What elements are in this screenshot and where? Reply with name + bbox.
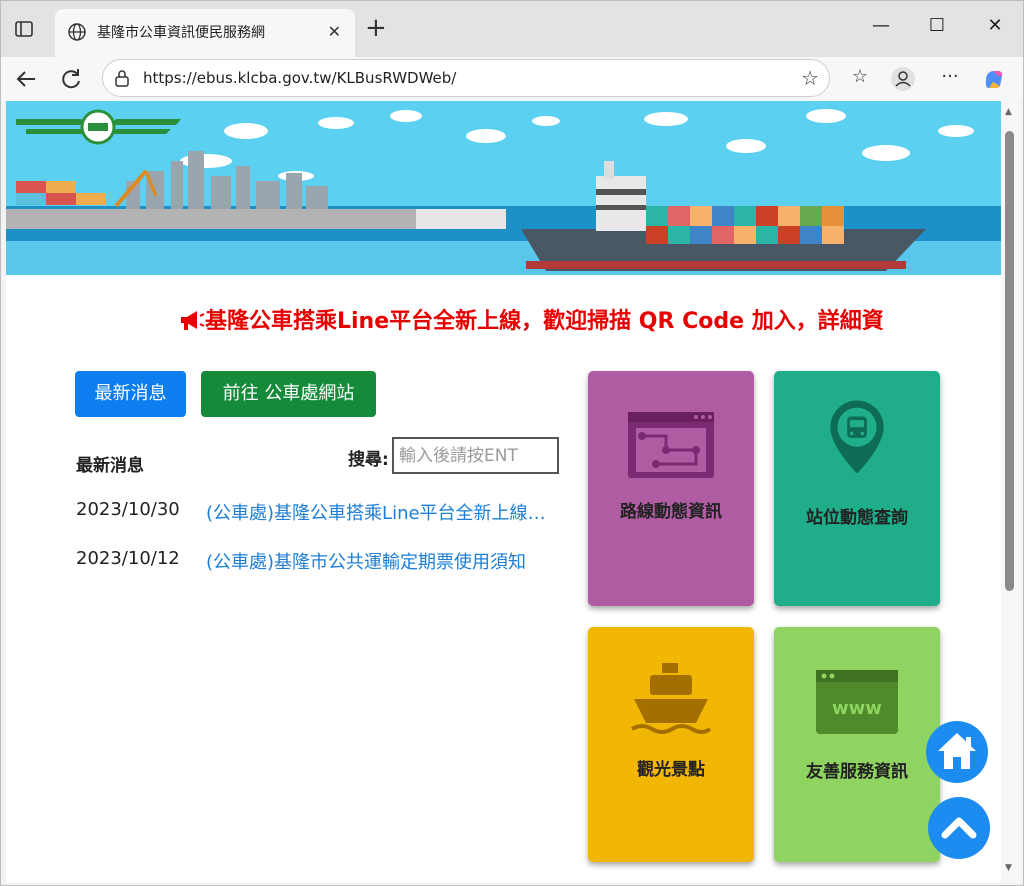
website-icon: www [816,670,898,734]
reload-icon[interactable] [56,64,86,94]
tourist-spots-tile[interactable]: 觀光景點 [588,627,754,862]
news-list-item: 2023/10/12 (公車處)基隆市公共運輸定期票使用須知 [76,548,556,578]
tab-title: 基隆市公車資訊便民服務網 [97,25,265,41]
search-input[interactable] [392,437,559,474]
route-info-tile[interactable]: 路線動態資訊 [588,371,754,606]
news-heading: 最新消息 [76,456,144,476]
more-menu-icon[interactable]: ··· [937,66,963,92]
harbor-banner [6,101,1001,275]
home-button[interactable] [926,721,988,783]
latest-news-button[interactable]: 最新消息 [75,371,186,417]
tile-label: 路線動態資訊 [620,502,722,522]
address-bar[interactable]: https://ebus.klcba.gov.tw/KLBusRWDWeb/ ☆ [102,59,830,97]
ship-icon [630,663,712,734]
browser-tab[interactable]: 基隆市公車資訊便民服務網 ✕ [55,9,355,57]
site-info-icon[interactable] [113,69,131,87]
friendly-services-tile[interactable]: www 友善服務資訊 [774,627,940,862]
globe-icon [68,23,86,41]
news-date: 2023/10/12 [76,548,180,569]
news-link[interactable]: (公車處)基隆公車搭乘Line平台全新上線，歡迎掃描QR Code加入 [206,499,556,525]
announcement-marquee[interactable]: 基隆公車搭乘Line平台全新上線，歡迎掃描 QR Code 加入，詳細資 [179,303,884,335]
page-viewport: 基隆公車搭乘Line平台全新上線，歡迎掃描 QR Code 加入，詳細資 最新消… [6,101,1001,883]
browser-window: 基隆市公車資訊便民服務網 ✕ + — ☐ ✕ https://ebus.klcb… [0,0,1024,886]
scroll-down-icon[interactable]: ▼ [1005,863,1012,873]
stop-query-tile[interactable]: 站位動態查詢 [774,371,940,606]
maximize-button[interactable]: ☐ [923,15,951,36]
tile-label: 站位動態查詢 [806,508,908,528]
new-tab-button[interactable]: + [365,15,387,41]
tab-close-icon[interactable]: ✕ [328,22,341,41]
minimize-button[interactable]: — [867,15,895,36]
marquee-text: 基隆公車搭乘Line平台全新上線，歡迎掃描 QR Code 加入，詳細資 [205,309,884,334]
news-list-item: 2023/10/30 (公車處)基隆公車搭乘Line平台全新上線，歡迎掃描QR … [76,499,556,529]
news-link[interactable]: (公車處)基隆市公共運輸定期票使用須知 [206,548,556,574]
tile-label: 觀光景點 [637,760,705,780]
route-map-icon [628,412,714,478]
tile-label: 友善服務資訊 [806,762,908,782]
browser-toolbar: https://ebus.klcba.gov.tw/KLBusRWDWeb/ ☆… [1,57,1023,101]
title-bar: 基隆市公車資訊便民服務網 ✕ + — ☐ ✕ [1,1,1023,57]
profile-icon[interactable] [890,66,916,92]
home-icon [938,733,976,769]
favorite-star-icon[interactable]: ☆ [801,66,819,90]
favorites-icon[interactable]: ☆ [847,66,873,92]
back-icon[interactable] [11,64,41,94]
svg-text:www: www [832,698,882,719]
goto-bus-office-button[interactable]: 前往 公車處網站 [201,371,376,417]
close-window-button[interactable]: ✕ [981,15,1009,36]
megaphone-icon [181,311,205,330]
url-text: https://ebus.klcba.gov.tw/KLBusRWDWeb/ [143,69,457,87]
scroll-up-icon[interactable]: ▲ [1005,107,1012,117]
tab-actions-icon[interactable] [13,18,35,40]
copilot-icon[interactable] [981,66,1007,92]
back-to-top-button[interactable] [928,797,990,859]
bus-stop-icon [830,400,884,474]
news-date: 2023/10/30 [76,499,180,520]
vertical-scrollbar[interactable]: ▲ ▼ [1001,101,1019,883]
chevron-up-icon [941,817,977,839]
search-label: 搜尋: [348,450,389,470]
scroll-thumb[interactable] [1005,131,1014,591]
